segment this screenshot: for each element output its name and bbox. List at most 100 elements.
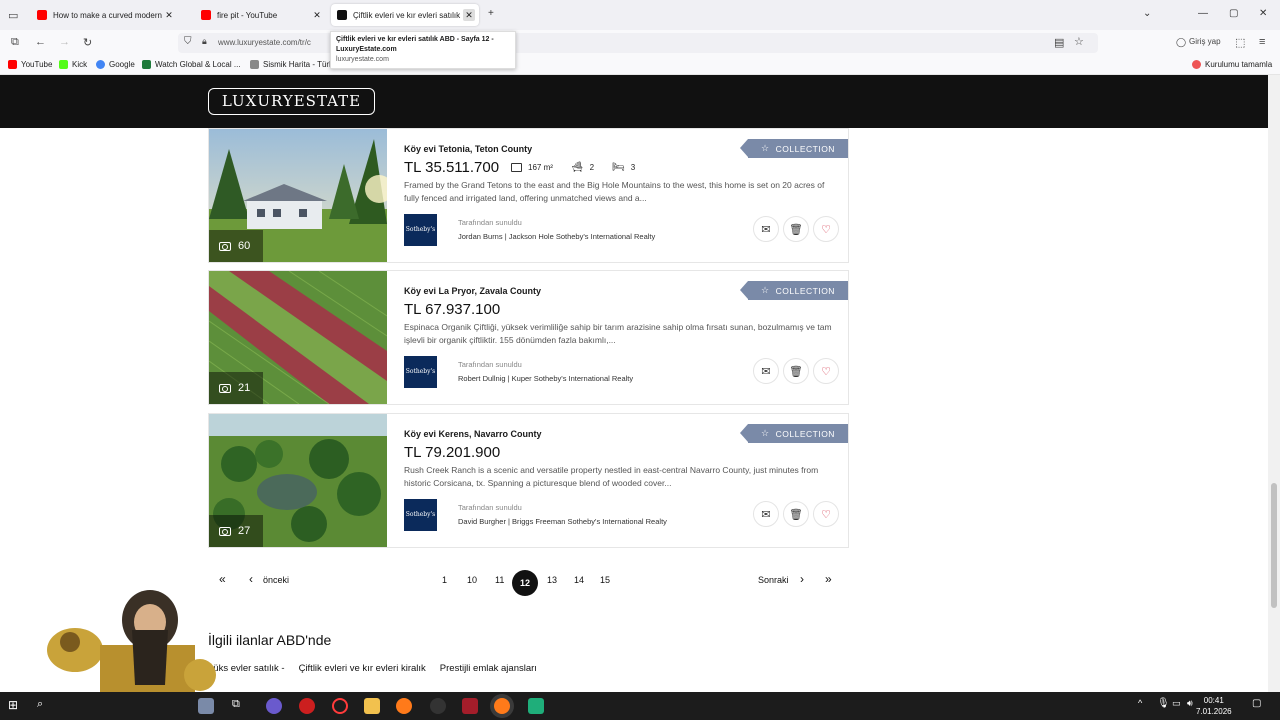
obs-icon[interactable]: [430, 698, 446, 714]
bookmark-star-icon[interactable]: ☆: [1074, 35, 1084, 48]
mail-button[interactable]: ✉: [753, 216, 779, 242]
next-link[interactable]: Sonraki: [758, 575, 789, 585]
firefox-icon[interactable]: [396, 698, 412, 714]
shield-icon[interactable]: ⛉: [184, 36, 192, 47]
taskbar: ⊞ ⌕ ⧉ ^ 🎙︎ ▭ 🔊︎ 00:41 7.01.2026 ▢: [0, 692, 1280, 720]
folder-icon[interactable]: [364, 698, 380, 714]
windows-start-icon[interactable]: ⊞: [8, 698, 24, 714]
discord-icon[interactable]: [266, 698, 282, 714]
tab-1[interactable]: How to make a curved modern ✕: [31, 4, 179, 26]
page-link[interactable]: 1: [442, 575, 447, 585]
close-icon[interactable]: ✕: [463, 9, 475, 21]
tab-title: Çiftlik evleri ve kır evleri satılık: [353, 10, 461, 20]
new-tab-icon[interactable]: +: [488, 8, 494, 19]
opera-gx-icon[interactable]: [332, 698, 348, 714]
firefox-icon: [1192, 60, 1201, 69]
listing-price: TL 79.201.900: [404, 444, 501, 461]
opera-icon[interactable]: [299, 698, 315, 714]
listing-photo[interactable]: 27: [209, 414, 387, 547]
listing-card[interactable]: 60 ☆ COLLECTION Köy evi Tetonia, Teton Co…: [208, 128, 849, 263]
prev-link[interactable]: önceki: [263, 575, 289, 585]
bookmark-youtube[interactable]: YouTube: [8, 60, 52, 69]
camera-icon: [219, 241, 231, 251]
bookmark-watch[interactable]: Watch Global & Local ...: [142, 60, 241, 69]
close-icon[interactable]: ✕: [163, 9, 175, 21]
mail-button[interactable]: ✉: [753, 358, 779, 384]
clock[interactable]: 00:41 7.01.2026: [1196, 695, 1232, 717]
network-icon[interactable]: ▭: [1172, 698, 1188, 714]
agency-logo[interactable]: Sotheby's: [404, 356, 437, 388]
tooltip-title: Çiftlik evleri ve kır evleri satılık ABD…: [336, 36, 494, 53]
page-link[interactable]: 13: [547, 575, 557, 585]
menu-icon[interactable]: ≡: [1259, 36, 1265, 48]
bookmark-setup[interactable]: Kurulumu tamamla: [1192, 60, 1272, 69]
chevron-up-icon[interactable]: ^: [1138, 698, 1154, 714]
close-icon[interactable]: ✕: [311, 9, 323, 21]
listing-description: Rush Creek Ranch is a scenic and versati…: [404, 465, 819, 488]
account-icon[interactable]: ◯: [1176, 37, 1186, 48]
notification-icon[interactable]: ▢: [1252, 698, 1268, 714]
app-icon[interactable]: [198, 698, 214, 714]
site-logo[interactable]: LUXURYESTATE: [208, 88, 375, 115]
agency-logo[interactable]: Sotheby's: [404, 214, 437, 246]
baths-value: 2: [589, 163, 595, 172]
bookmark-kick[interactable]: Kick: [59, 60, 87, 69]
tab-2[interactable]: fire pit - YouTube ✕: [195, 4, 327, 26]
agency-logo[interactable]: Sotheby's: [404, 499, 437, 531]
favorite-button[interactable]: ♡: [813, 216, 839, 242]
photo-count-value: 60: [238, 240, 251, 252]
first-page-icon[interactable]: «: [219, 572, 226, 586]
listing-title[interactable]: Köy evi Tetonia, Teton County: [404, 144, 532, 154]
forward-icon[interactable]: →: [59, 36, 70, 48]
listing-photo[interactable]: 60: [209, 129, 387, 262]
navigation-bar: ⧉ ← → ↻ ⛉ 🔒︎ www.luxuryestate.com/tr/c ▤…: [0, 30, 1280, 56]
listing-title[interactable]: Köy evi La Pryor, Zavala County: [404, 286, 541, 296]
task-view-icon[interactable]: ⧉: [232, 698, 248, 714]
page-link[interactable]: 11: [495, 575, 504, 585]
page-link[interactable]: 10: [467, 575, 477, 585]
back-icon[interactable]: ←: [35, 36, 46, 48]
page-link[interactable]: 15: [600, 575, 610, 585]
listing-photo[interactable]: 21: [209, 271, 387, 404]
bookmark-google[interactable]: Google: [96, 60, 135, 69]
listing-title[interactable]: Köy evi Kerens, Navarro County: [404, 429, 542, 439]
current-page[interactable]: 12: [512, 570, 538, 596]
minimize-icon[interactable]: —: [1198, 8, 1208, 19]
reader-view-icon[interactable]: ▤: [1054, 36, 1064, 49]
close-window-icon[interactable]: ✕: [1259, 8, 1267, 19]
firefox-active-icon[interactable]: [494, 698, 510, 714]
maximize-icon[interactable]: ▢: [1229, 8, 1238, 19]
app-icon[interactable]: [462, 698, 478, 714]
chevron-down-icon[interactable]: ⌄: [1143, 8, 1151, 19]
bookmark-label: Google: [109, 60, 135, 69]
scrollbar-thumb[interactable]: [1271, 483, 1277, 608]
delete-button[interactable]: 🗑︎: [783, 358, 809, 384]
listing-card[interactable]: 21 ☆ COLLECTION Köy evi La Pryor, Zavala …: [208, 270, 849, 405]
search-icon[interactable]: ⌕: [37, 698, 53, 714]
agent-name: David Burgher | Briggs Freeman Sotheby's…: [458, 517, 667, 526]
signin-label[interactable]: Giriş yap: [1189, 37, 1221, 46]
page-scrollbar[interactable]: [1268, 75, 1280, 692]
delete-button[interactable]: 🗑︎: [783, 501, 809, 527]
chevron-left-icon[interactable]: ‹: [249, 572, 253, 586]
tab-list-icon[interactable]: ▭: [8, 9, 18, 22]
bookmark-sismik[interactable]: Sismik Harita - Türk...: [250, 60, 340, 69]
page-link[interactable]: 14: [574, 575, 584, 585]
reload-icon[interactable]: ↻: [83, 36, 92, 49]
tab-3-active[interactable]: Çiftlik evleri ve kır evleri satılık ✕: [331, 4, 479, 26]
sidebar-icon[interactable]: ⧉: [11, 36, 19, 49]
url-text: www.luxuryestate.com/tr/c: [218, 38, 311, 47]
favorite-button[interactable]: ♡: [813, 501, 839, 527]
related-link[interactable]: Çiftlik evleri ve kır evleri kiralık: [299, 663, 426, 674]
chevron-right-icon[interactable]: ›: [800, 572, 804, 586]
mail-button[interactable]: ✉: [753, 501, 779, 527]
delete-button[interactable]: 🗑︎: [783, 216, 809, 242]
favorite-button[interactable]: ♡: [813, 358, 839, 384]
extensions-icon[interactable]: ⬚: [1235, 36, 1245, 49]
last-page-icon[interactable]: »: [825, 572, 832, 586]
listing-card[interactable]: 27 ☆ COLLECTION Köy evi Kerens, Navarro C…: [208, 413, 849, 548]
app-icon[interactable]: [528, 698, 544, 714]
address-bar[interactable]: ⛉ 🔒︎ www.luxuryestate.com/tr/c ▤ ☆: [178, 33, 1098, 53]
microphone-icon[interactable]: 🎙︎: [1157, 698, 1173, 714]
related-link[interactable]: Prestijli emlak ajansları: [440, 663, 537, 674]
